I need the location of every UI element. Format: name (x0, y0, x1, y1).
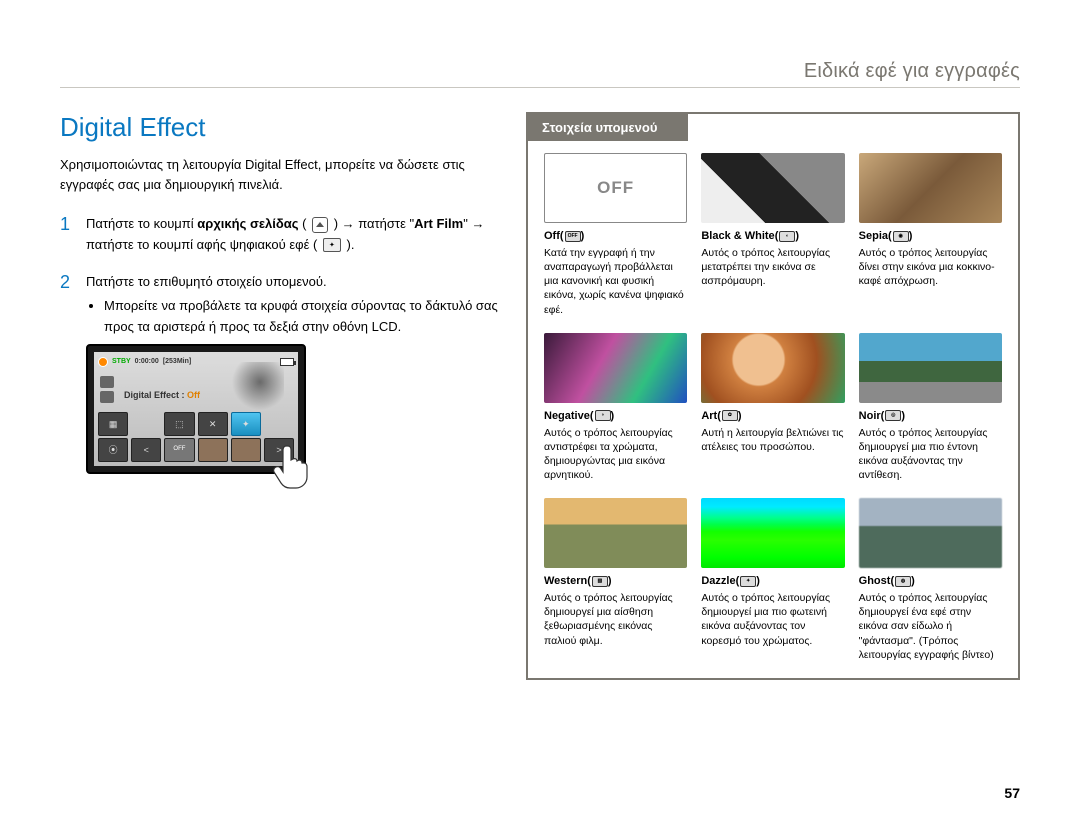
page-header-breadcrumb: Ειδικά εφέ για εγγραφές (60, 60, 1020, 88)
effect-sepia-icon: ◉ (893, 231, 909, 242)
step1-text-c: ( (299, 216, 311, 231)
step1-bold-home: αρχικής σελίδας (197, 216, 298, 231)
effect-ghost-thumb (859, 498, 1002, 568)
step-1: 1 Πατήστε το κουμπί αρχικής σελίδας ( ) … (60, 214, 500, 256)
effect-western: Western(▧) Αυτός ο τρόπος λειτουργίας δη… (544, 498, 687, 662)
effect-negative-title: Negative (544, 410, 590, 422)
lcd-side-icon-2 (100, 391, 114, 403)
effect-noir-desc: Αυτός ο τρόπος λειτουργίας δημιουργεί μι… (859, 426, 1002, 483)
lcd-remain: [253Min] (163, 356, 191, 367)
effect-western-desc: Αυτός ο τρόπος λειτουργίας δημιουργεί μι… (544, 591, 687, 648)
effect-art-title: Art (701, 410, 717, 422)
effect-western-title: Western (544, 575, 587, 587)
lcd-effect-thumb-2[interactable] (231, 438, 261, 462)
touch-hand-icon (268, 440, 318, 490)
effect-off: OFF Off(OFF) Κατά την εγγραφή ή την αναπ… (544, 153, 687, 317)
effect-ghost-desc: Αυτός ο τρόπος λειτουργίας δημιουργεί έν… (859, 591, 1002, 662)
step2-text: Πατήστε το επιθυμητό στοιχείο υπομενού. (86, 274, 327, 289)
effect-bw-desc: Αυτός ο τρόπος λειτουργίας μετατρέπει τη… (701, 246, 844, 289)
lcd-effect-thumb-1[interactable] (198, 438, 228, 462)
record-indicator-icon (98, 357, 108, 367)
step2-bullet: Μπορείτε να προβάλετε τα κρυφά στοιχεία … (104, 296, 500, 338)
effect-negative-desc: Αυτός ο τρόπος λειτουργίας αντιστρέφει τ… (544, 426, 687, 483)
effect-off-icon: OFF (565, 231, 581, 242)
lcd-effect-label: Digital Effect : Off (124, 388, 200, 402)
effect-ghost-icon: ◍ (895, 576, 911, 587)
lcd-menu-button[interactable]: ▦ (98, 412, 128, 436)
effect-noir-title: Noir (859, 410, 881, 422)
effect-negative: Negative(◑) Αυτός ο τρόπος λειτουργίας α… (544, 333, 687, 483)
step1-text-a: Πατήστε το κουμπί (86, 216, 197, 231)
effect-western-icon: ▧ (592, 576, 608, 587)
effect-dazzle: Dazzle(✦) Αυτός ο τρόπος λειτουργίας δημ… (701, 498, 844, 662)
effect-noir-thumb (859, 333, 1002, 403)
effect-negative-icon: ◑ (595, 410, 611, 421)
effect-western-thumb (544, 498, 687, 568)
effect-ghost-title: Ghost (859, 575, 891, 587)
effect-art-thumb (701, 333, 844, 403)
effect-dazzle-icon: ✦ (740, 576, 756, 587)
effect-bw-thumb (701, 153, 844, 223)
effect-off-desc: Κατά την εγγραφή ή την αναπαραγωγή προβά… (544, 246, 687, 317)
effect-sepia-title: Sepia (859, 230, 888, 242)
effect-off-title: Off (544, 230, 560, 242)
step1-text-d: ) → πατήστε " (330, 216, 414, 231)
effect-sepia: Sepia(◉) Αυτός ο τρόπος λειτουργίας δίνε… (859, 153, 1002, 317)
lcd-off-button[interactable]: OFF (164, 438, 194, 462)
section-title: Digital Effect (60, 112, 500, 143)
lcd-toolbar: ⦿ < OFF > (98, 438, 294, 462)
effect-dazzle-title: Dazzle (701, 575, 735, 587)
lcd-prev-button[interactable]: < (131, 438, 161, 462)
effect-noir-icon: ◎ (885, 410, 901, 421)
step1-text-g: ). (343, 237, 355, 252)
step-number-1: 1 (60, 214, 76, 256)
submenu-panel: Στοιχεία υπομενού OFF Off(OFF) Κατά την … (526, 112, 1020, 680)
effect-bw: Black & White(◐) Αυτός ο τρόπος λειτουργ… (701, 153, 844, 317)
page-number: 57 (1004, 785, 1020, 801)
digital-effect-touch-icon: ✦ (323, 238, 341, 252)
effect-dazzle-thumb (701, 498, 844, 568)
step1-bold-artfilm: Art Film (414, 216, 463, 231)
lcd-stby: STBY (112, 356, 131, 367)
lcd-digital-effect-button[interactable]: ✦ (231, 412, 261, 436)
lcd-zoom-button[interactable]: ⦿ (98, 438, 128, 462)
lcd-fader-button[interactable]: ⬚ (164, 412, 194, 436)
lcd-effect-key: Digital Effect : (124, 390, 187, 400)
effect-bw-title: Black & White (701, 230, 774, 242)
section-intro: Χρησιμοποιώντας τη λειτουργία Digital Ef… (60, 155, 500, 194)
lcd-artfilm-off-button[interactable]: ✕ (198, 412, 228, 436)
left-column: Digital Effect Χρησιμοποιώντας τη λειτου… (60, 112, 500, 680)
home-icon (312, 217, 328, 233)
effect-art-desc: Αυτή η λειτουργία βελτιώνει τις ατέλειες… (701, 426, 844, 454)
effect-art-icon: ✿ (722, 410, 738, 421)
submenu-header: Στοιχεία υπομενού (528, 114, 688, 141)
effect-sepia-thumb (859, 153, 1002, 223)
step-number-2: 2 (60, 272, 76, 474)
effect-sepia-desc: Αυτός ο τρόπος λειτουργίας δίνει στην ει… (859, 246, 1002, 289)
effect-bw-icon: ◐ (779, 231, 795, 242)
effect-dazzle-desc: Αυτός ο τρόπος λειτουργίας δημιουργεί μι… (701, 591, 844, 648)
lcd-time: 0:00:00 (135, 356, 159, 367)
effect-art: Art(✿) Αυτή η λειτουργία βελτιώνει τις α… (701, 333, 844, 483)
step-2: 2 Πατήστε το επιθυμητό στοιχείο υπομενού… (60, 272, 500, 474)
lcd-side-icon-1 (100, 376, 114, 388)
effect-off-thumb: OFF (544, 153, 687, 223)
effect-negative-thumb (544, 333, 687, 403)
lcd-preview-image (224, 362, 284, 412)
effect-ghost: Ghost(◍) Αυτός ο τρόπος λειτουργίας δημι… (859, 498, 1002, 662)
effect-noir: Noir(◎) Αυτός ο τρόπος λειτουργίας δημιο… (859, 333, 1002, 483)
lcd-preview: STBY 0:00:00 [253Min] Digi (86, 344, 306, 474)
lcd-effect-value: Off (187, 390, 200, 400)
